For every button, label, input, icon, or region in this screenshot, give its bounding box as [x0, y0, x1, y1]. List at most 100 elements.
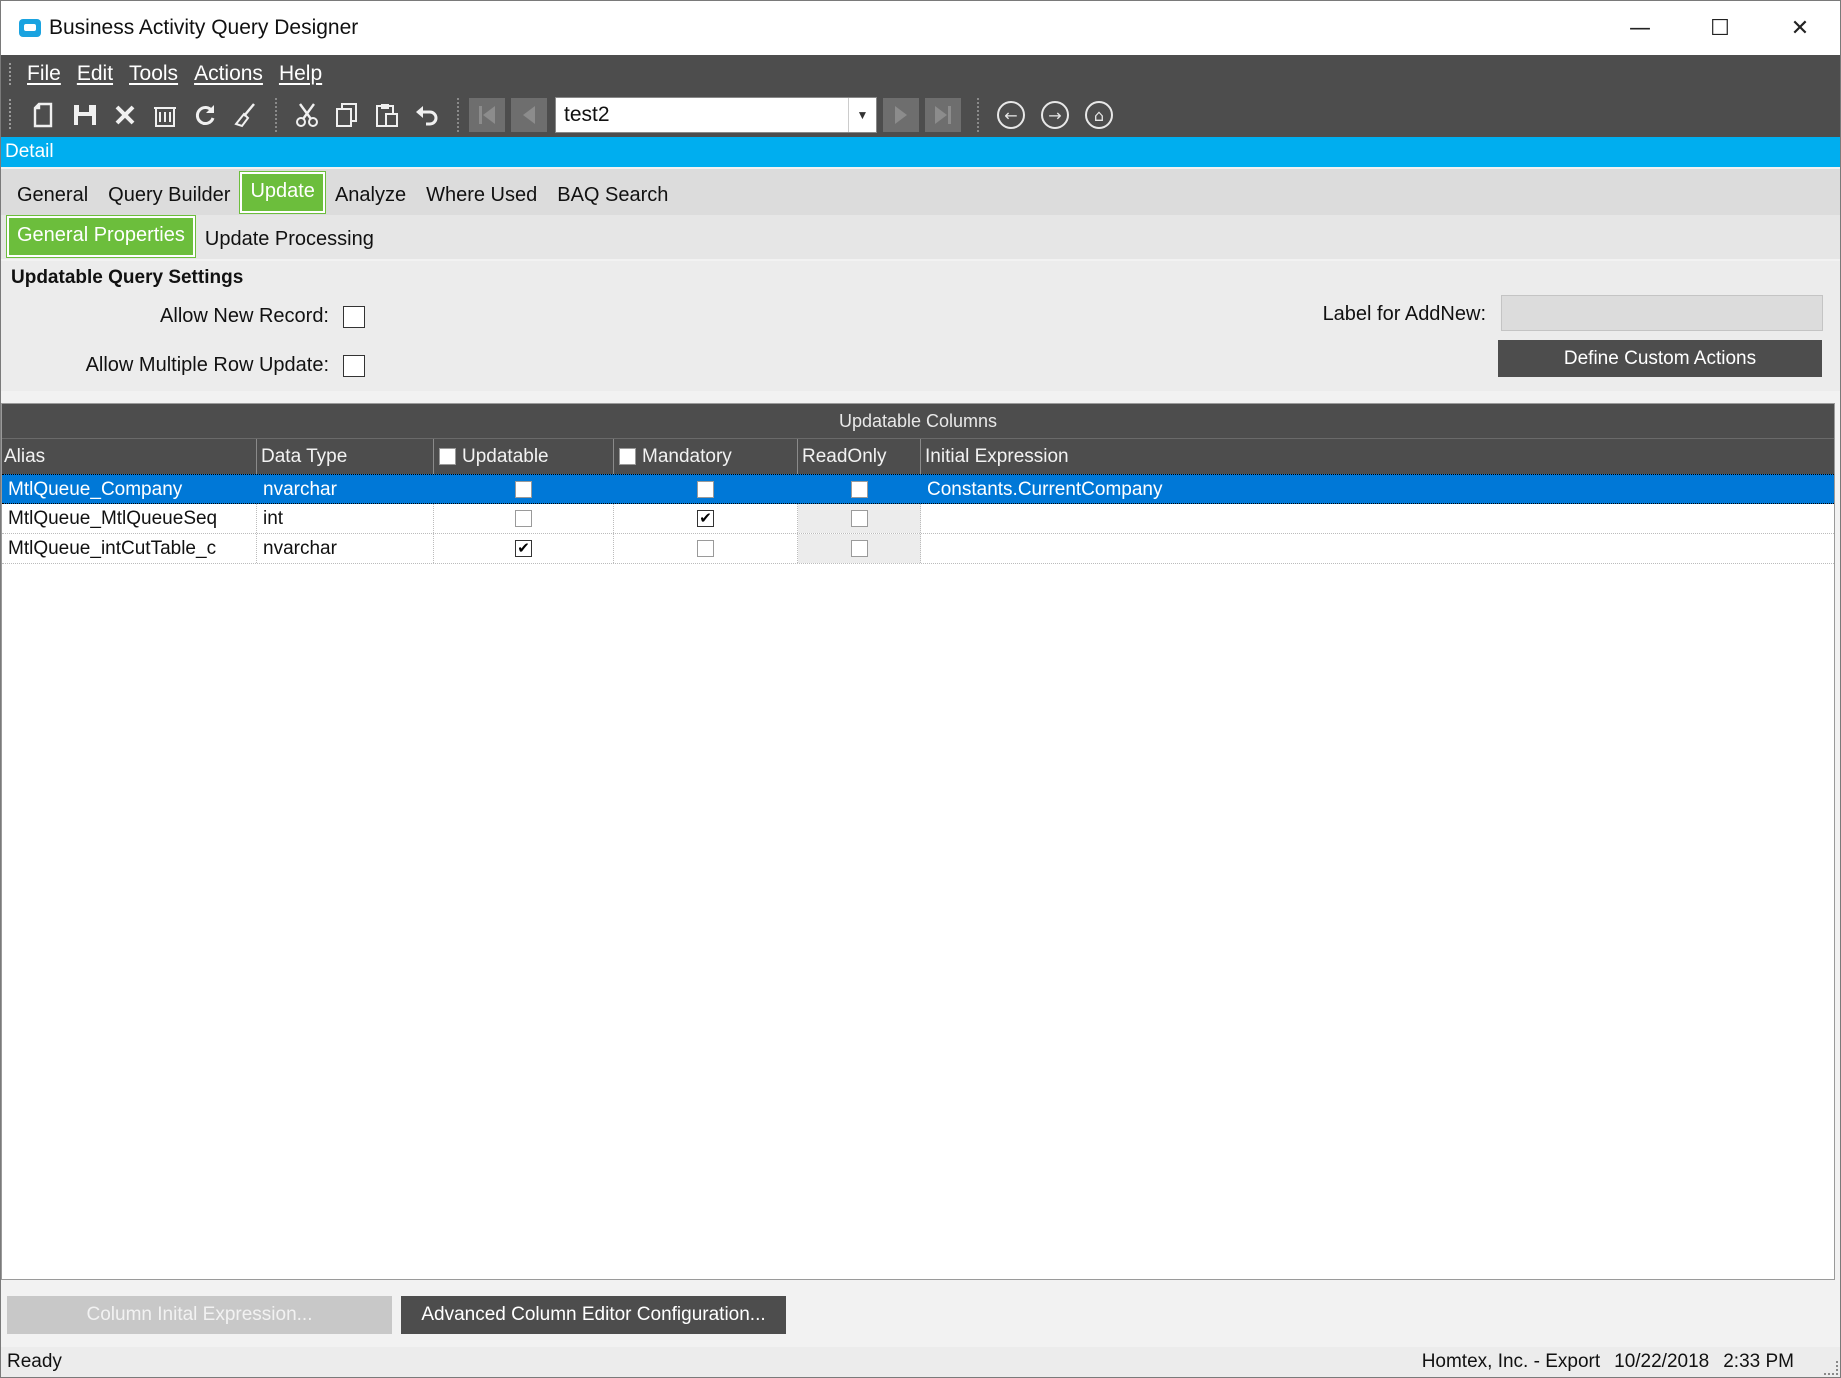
updatable-columns-grid: Updatable Columns Alias Data Type Updata… — [1, 403, 1835, 1280]
updatable-cell — [434, 504, 614, 533]
allow-multiple-row-checkbox[interactable] — [343, 355, 365, 377]
column-header-readonly[interactable]: ReadOnly — [798, 439, 921, 474]
refresh-icon[interactable] — [185, 95, 225, 135]
mandatory-cell — [614, 475, 798, 503]
alias-cell[interactable]: MtlQueue_intCutTable_c — [2, 534, 257, 563]
column-header-updatable[interactable]: Updatable — [434, 439, 614, 474]
menu-toolbar-area: File Edit Tools Actions Help test2 ▼ ← →… — [1, 55, 1840, 137]
tab-where-used[interactable]: Where Used — [416, 184, 547, 215]
menu-actions[interactable]: Actions — [194, 62, 263, 86]
define-custom-actions-button[interactable]: Define Custom Actions — [1498, 340, 1822, 377]
toolbar: test2 ▼ ← → ⌂ — [1, 93, 1840, 137]
resize-grip[interactable] — [1824, 1361, 1838, 1375]
app-icon — [19, 19, 41, 37]
alias-cell[interactable]: MtlQueue_Company — [2, 475, 257, 503]
mandatory-checkbox[interactable]: ✔ — [697, 510, 714, 527]
table-row[interactable]: MtlQueue_MtlQueueSeq int ✔ — [2, 504, 1834, 534]
new-icon[interactable] — [25, 95, 65, 135]
app-window: Business Activity Query Designer — ☐ ✕ F… — [0, 0, 1841, 1378]
clear-icon[interactable] — [145, 95, 185, 135]
minimize-button[interactable]: — — [1600, 1, 1680, 55]
paste-icon[interactable] — [367, 95, 407, 135]
readonly-checkbox[interactable] — [850, 480, 868, 498]
allow-multiple-row-label: Allow Multiple Row Update: — [85, 354, 329, 376]
broom-icon[interactable] — [225, 95, 265, 135]
initial-expression-cell[interactable] — [921, 534, 1834, 563]
tab-update-processing[interactable]: Update Processing — [195, 228, 384, 259]
initial-expression-cell[interactable] — [921, 504, 1834, 533]
menu-help[interactable]: Help — [279, 62, 322, 86]
label-for-addnew-label: Label for AddNew: — [1322, 303, 1486, 325]
column-header-mandatory[interactable]: Mandatory — [614, 439, 798, 474]
section-title: Updatable Query Settings — [11, 267, 244, 288]
data-type-cell[interactable]: nvarchar — [257, 475, 434, 503]
initial-expression-cell[interactable]: Constants.CurrentCompany — [921, 475, 1834, 503]
updatable-checkbox[interactable] — [515, 510, 532, 527]
mandatory-cell — [614, 534, 798, 563]
column-header-data-type[interactable]: Data Type — [257, 439, 434, 474]
last-record-button[interactable] — [925, 98, 961, 132]
first-record-button[interactable] — [469, 98, 505, 132]
status-bar: Ready Homtex, Inc. - Export 10/22/2018 2… — [1, 1347, 1840, 1377]
window-controls: — ☐ ✕ — [1600, 1, 1840, 55]
column-header-initial-expression[interactable]: Initial Expression — [921, 439, 1834, 474]
status-right: Homtex, Inc. - Export 10/22/2018 2:33 PM — [1422, 1351, 1794, 1373]
toolbar-separator — [275, 98, 277, 132]
mandatory-checkbox[interactable] — [697, 480, 714, 498]
delete-icon[interactable] — [105, 95, 145, 135]
close-button[interactable]: ✕ — [1760, 1, 1840, 55]
record-combo[interactable]: test2 ▼ — [555, 97, 877, 133]
updatable-checkbox[interactable] — [515, 480, 532, 498]
column-header-alias[interactable]: Alias — [2, 439, 257, 474]
alias-cell[interactable]: MtlQueue_MtlQueueSeq — [2, 504, 257, 533]
mandatory-checkbox[interactable] — [697, 540, 714, 557]
advanced-column-editor-button[interactable]: Advanced Column Editor Configuration... — [401, 1296, 786, 1334]
menu-file[interactable]: File — [27, 62, 61, 86]
updatable-checkbox[interactable]: ✔ — [515, 540, 532, 557]
record-combo-value: test2 — [564, 103, 610, 126]
menu-tools[interactable]: Tools — [129, 62, 178, 86]
readonly-checkbox[interactable] — [850, 540, 868, 557]
table-row[interactable]: MtlQueue_intCutTable_c nvarchar ✔ — [2, 534, 1834, 564]
toolbar-separator — [977, 98, 979, 132]
next-record-button[interactable] — [883, 98, 919, 132]
tab-general-properties[interactable]: General Properties — [6, 215, 196, 258]
select-all-mandatory-checkbox[interactable] — [619, 448, 636, 465]
allow-new-record-checkbox[interactable] — [343, 306, 365, 328]
menu-bar: File Edit Tools Actions Help — [1, 55, 338, 93]
grid-body: MtlQueue_Company nvarchar Constants.Curren… — [2, 474, 1834, 564]
readonly-cell — [798, 475, 921, 503]
previous-record-button[interactable] — [511, 98, 547, 132]
copy-icon[interactable] — [327, 95, 367, 135]
label-for-addnew-input[interactable] — [1501, 295, 1823, 331]
tab-general[interactable]: General — [7, 184, 98, 215]
updatable-query-settings: Updatable Query Settings Allow New Recor… — [1, 261, 1840, 391]
back-icon[interactable]: ← — [997, 101, 1025, 129]
status-company: Homtex, Inc. - Export — [1421, 1351, 1601, 1372]
maximize-button[interactable]: ☐ — [1680, 1, 1760, 55]
allow-new-record-label: Allow New Record: — [160, 305, 329, 327]
grid-header: Alias Data Type Updatable Mandatory Read… — [2, 438, 1834, 474]
tab-analyze[interactable]: Analyze — [325, 184, 416, 215]
readonly-cell — [798, 504, 921, 533]
cut-icon[interactable] — [287, 95, 327, 135]
menu-edit[interactable]: Edit — [77, 62, 113, 86]
updatable-cell — [434, 475, 614, 503]
undo-icon[interactable] — [407, 95, 447, 135]
save-icon[interactable] — [65, 95, 105, 135]
column-initial-expression-button[interactable]: Column Inital Expression... — [7, 1296, 392, 1334]
tab-baq-search[interactable]: BAQ Search — [547, 184, 678, 215]
toolbar-separator — [457, 98, 459, 132]
table-row[interactable]: MtlQueue_Company nvarchar Constants.Curren… — [2, 474, 1834, 504]
chevron-down-icon[interactable]: ▼ — [848, 98, 876, 132]
tab-update[interactable]: Update — [239, 171, 326, 214]
data-type-cell[interactable]: int — [257, 504, 434, 533]
title-bar: Business Activity Query Designer — ☐ ✕ — [1, 1, 1840, 55]
forward-icon[interactable]: → — [1041, 101, 1069, 129]
tab-query-builder[interactable]: Query Builder — [98, 184, 240, 215]
sub-tabs: General Properties Update Processing — [1, 215, 1840, 259]
data-type-cell[interactable]: nvarchar — [257, 534, 434, 563]
home-icon[interactable]: ⌂ — [1085, 101, 1113, 129]
select-all-updatable-checkbox[interactable] — [439, 448, 456, 465]
readonly-checkbox[interactable] — [850, 510, 868, 527]
